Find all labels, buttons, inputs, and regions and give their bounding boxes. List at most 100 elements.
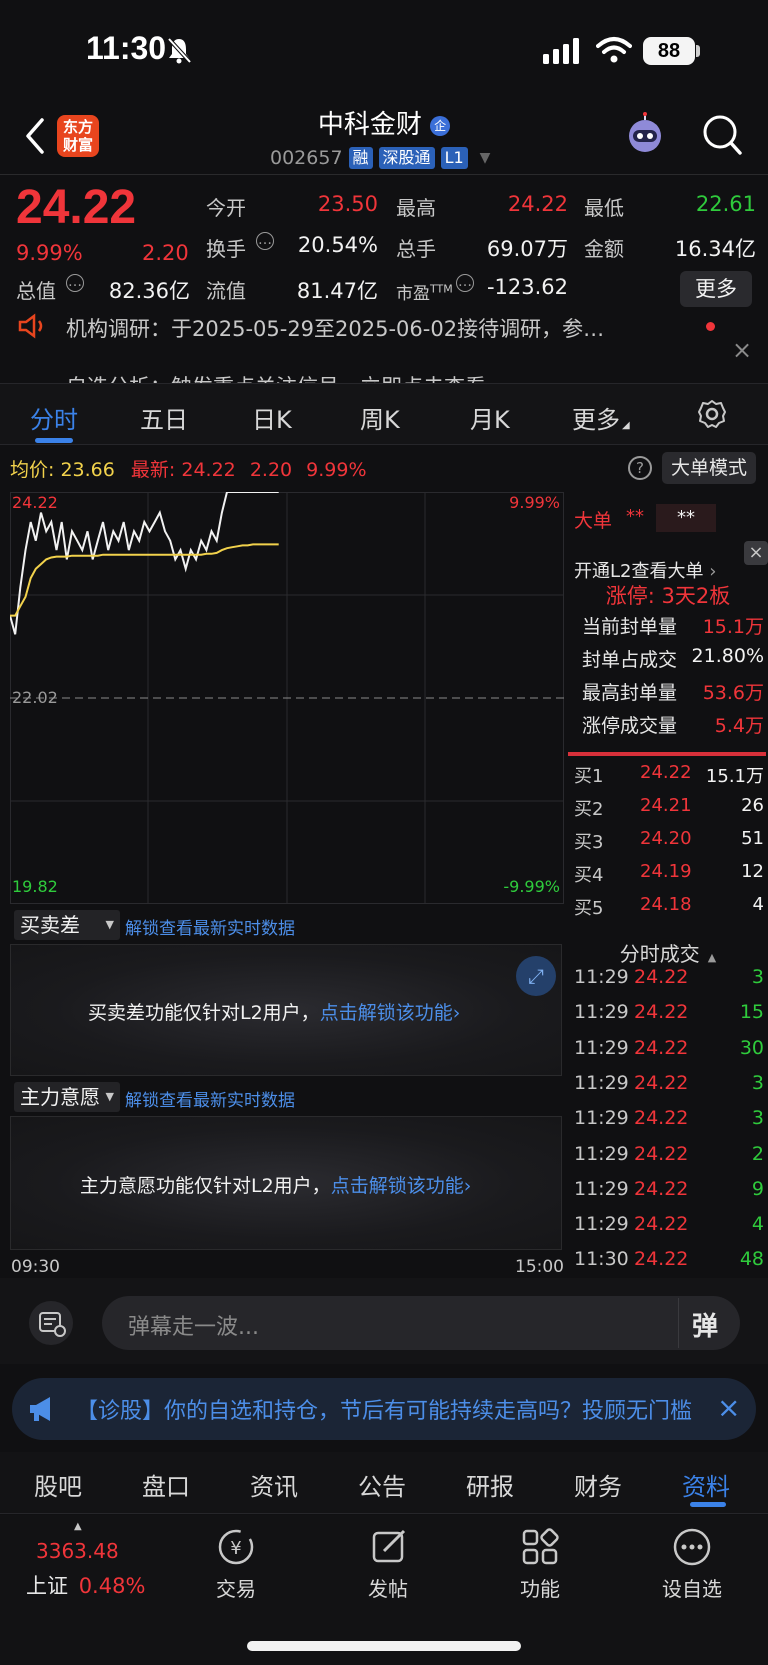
- avg-price-row: 均价: 23.66 最新: 24.22 2.20 9.99%: [10, 459, 367, 481]
- help-icon[interactable]: ?: [628, 456, 652, 480]
- info-icon[interactable]: …: [456, 274, 474, 292]
- tick-price: 24.22: [634, 966, 689, 988]
- turnover-value: 20.54%: [297, 233, 378, 257]
- tab-research[interactable]: 研报: [466, 1467, 514, 1502]
- bid-price: 24.19: [640, 861, 692, 882]
- post-icon[interactable]: [370, 1527, 410, 1567]
- main-force-select[interactable]: 主力意愿 ▼: [14, 1082, 120, 1112]
- tab-forum[interactable]: 股吧: [34, 1467, 82, 1502]
- bid-row[interactable]: 买4 24.19 12: [568, 861, 764, 893]
- chart-grid: [10, 492, 564, 904]
- settings-icon[interactable]: [697, 399, 727, 429]
- tab-profile[interactable]: 资料: [682, 1467, 730, 1502]
- unread-dot: [706, 322, 715, 331]
- ticker-message-next[interactable]: 自选分析：触发重点关注信号，立即点击查看: [66, 371, 486, 383]
- index-value[interactable]: 3363.48: [36, 1539, 119, 1563]
- amount-value: 16.34亿: [674, 237, 756, 261]
- stock-code-row[interactable]: 002657 融 深股通 L1 ▼: [270, 146, 490, 170]
- input-divider: [678, 1298, 679, 1348]
- big-order-mode-button[interactable]: 大单模式: [662, 452, 756, 484]
- spread-select[interactable]: 买卖差 ▼: [14, 910, 120, 940]
- more-button[interactable]: 更多: [680, 271, 752, 307]
- seal-stat-label: 当前封单量: [582, 616, 678, 638]
- broadcast-icon: [18, 313, 43, 339]
- tick-trades: 11:29 24.22 3 11:29 24.22 15 11:29 24.22 30 11:29…: [568, 966, 768, 1276]
- tab-intraday[interactable]: 分时: [30, 400, 78, 435]
- bid-price: 24.22: [640, 762, 692, 783]
- tab-orderbook[interactable]: 盘口: [142, 1467, 190, 1502]
- close-icon[interactable]: ×: [744, 541, 768, 565]
- info-icon[interactable]: …: [66, 274, 84, 292]
- close-icon[interactable]: ×: [717, 1391, 740, 1424]
- tab-news[interactable]: 资讯: [250, 1467, 298, 1502]
- tick-price: 24.22: [634, 1213, 689, 1236]
- x-axis-end-label: 15:00: [515, 1257, 564, 1277]
- nav-functions[interactable]: 功能: [480, 1573, 600, 1602]
- seal-stat-label: 封单占成交: [582, 649, 678, 671]
- danmaku-send-button[interactable]: 弹: [692, 1306, 718, 1343]
- bid-row[interactable]: 买2 24.21 26: [568, 795, 764, 827]
- amount-label: 金额: [584, 237, 624, 261]
- verified-icon: 企: [430, 115, 451, 136]
- main-force-panel-message: 主力意愿功能仅针对L2用户，点击解锁该功能›: [80, 1175, 472, 1197]
- stats-divider: [568, 752, 766, 756]
- float-label: 流值: [206, 279, 246, 303]
- intraday-chart[interactable]: 24.22 22.02 19.82 9.99% -9.99%: [10, 492, 564, 904]
- tab-indicator: [35, 438, 73, 443]
- tab-monthly-k[interactable]: 月K: [470, 400, 510, 435]
- bid-label: 买3: [574, 832, 604, 853]
- index-quote[interactable]: 上证 0.48%: [26, 1570, 145, 1600]
- ticks-title[interactable]: 分时成交 ▲: [568, 938, 768, 967]
- nav-post[interactable]: 发帖: [328, 1573, 448, 1602]
- battery-indicator: 88: [643, 37, 695, 65]
- tick-row: 11:29 24.22 3: [568, 1107, 764, 1141]
- svg-text:¥: ¥: [230, 1538, 241, 1559]
- trade-icon[interactable]: ¥: [216, 1527, 256, 1567]
- tab-more[interactable]: 更多 ◢: [572, 400, 630, 435]
- tab-finance[interactable]: 财务: [574, 1467, 622, 1502]
- info-icon[interactable]: …: [256, 232, 274, 250]
- danmaku-toggle-icon[interactable]: [28, 1300, 74, 1346]
- avg-price-line: [10, 543, 279, 617]
- tab-weekly-k[interactable]: 周K: [360, 400, 400, 435]
- robot-assistant-icon[interactable]: [622, 112, 668, 158]
- spread-unlock-link[interactable]: 解锁查看最新实时数据: [125, 914, 295, 939]
- signal-icon: [543, 38, 579, 64]
- tick-price: 24.22: [634, 1036, 689, 1059]
- tab-daily-k[interactable]: 日K: [252, 400, 292, 435]
- seal-stat-value: 5.4万: [714, 715, 764, 737]
- last-price: 24.22: [16, 181, 137, 234]
- y-axis-bottom-label: 19.82: [12, 877, 58, 896]
- spread-unlock-button[interactable]: 点击解锁该功能: [320, 1002, 453, 1024]
- tick-price: 24.22: [634, 1142, 689, 1165]
- search-icon[interactable]: [702, 114, 742, 156]
- tick-row: 11:29 24.22 4: [568, 1213, 764, 1247]
- silent-bell-icon: [167, 37, 192, 64]
- pct-axis-top-label: 9.99%: [509, 493, 560, 512]
- mktcap-value: 82.36亿: [108, 279, 190, 303]
- ticker-message[interactable]: 机构调研：于2025-05-29至2025-06-02接待调研，参…: [66, 313, 604, 343]
- tick-row: 11:29 24.22 3: [568, 966, 764, 1000]
- tab-announcements[interactable]: 公告: [358, 1467, 406, 1502]
- tick-row: 11:29 24.22 3: [568, 1072, 764, 1106]
- home-indicator: [247, 1641, 521, 1651]
- bid-row[interactable]: 买5 24.18 4: [568, 894, 764, 926]
- close-icon[interactable]: ×: [732, 336, 752, 364]
- bid-price: 24.21: [640, 795, 692, 816]
- tick-volume: 4: [751, 1213, 764, 1236]
- bid-price: 24.20: [640, 828, 692, 849]
- nav-add-watchlist[interactable]: 设自选: [632, 1573, 752, 1602]
- main-force-unlock-button[interactable]: 点击解锁该功能: [331, 1175, 464, 1197]
- x-axis-start-label: 09:30: [11, 1257, 60, 1277]
- seal-stat-row: 最高封单量 53.6万: [568, 678, 764, 710]
- expand-icon[interactable]: ⤢: [516, 956, 556, 996]
- tick-time: 11:29: [574, 1177, 629, 1200]
- bid-row[interactable]: 买3 24.20 51: [568, 828, 764, 860]
- add-watchlist-icon[interactable]: [672, 1527, 712, 1567]
- bid-row[interactable]: 买1 24.22 15.1万: [568, 762, 764, 794]
- seal-stat-row: 当前封单量 15.1万: [568, 612, 764, 644]
- nav-trade[interactable]: 交易: [176, 1573, 296, 1602]
- tab-five-day[interactable]: 五日: [140, 400, 188, 435]
- functions-icon[interactable]: [520, 1527, 560, 1567]
- main-force-unlock-link[interactable]: 解锁查看最新实时数据: [125, 1086, 295, 1111]
